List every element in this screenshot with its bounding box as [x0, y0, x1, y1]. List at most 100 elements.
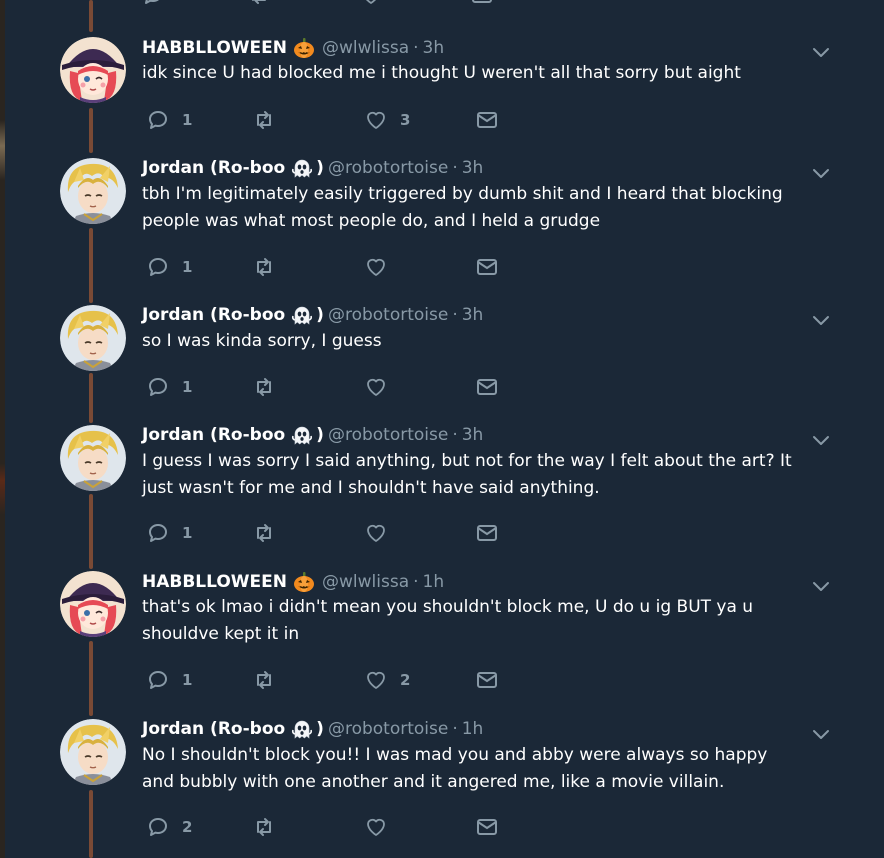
retweet-icon — [257, 258, 271, 276]
blonde-avatar[interactable] — [60, 719, 126, 785]
like-button[interactable]: 2 — [364, 667, 410, 693]
timestamp[interactable]: 3h — [462, 158, 484, 178]
reply-count: 1 — [177, 0, 187, 4]
reply-button[interactable]: 1 — [141, 0, 187, 8]
retweet-button[interactable] — [252, 254, 288, 280]
envelope-icon — [477, 525, 497, 541]
display-name[interactable]: Jordan (Ro-boo — [142, 425, 285, 445]
top-partial-actions: 1 — [137, 0, 517, 8]
timestamp[interactable]: 3h — [462, 305, 484, 325]
heart-icon — [367, 111, 385, 129]
retweet-button[interactable] — [247, 0, 271, 8]
reply-button[interactable]: 1 — [146, 374, 192, 400]
chevron-down-icon[interactable] — [811, 434, 831, 448]
tweet[interactable]: Jordan (Ro-boo ) @robotortoise · 3h so I… — [5, 302, 884, 402]
envelope-icon — [477, 819, 497, 835]
reply-icon — [149, 524, 167, 542]
tweet-header: Jordan (Ro-boo ) @robotortoise · 3h — [142, 157, 483, 179]
retweet-button[interactable] — [252, 374, 288, 400]
heart-icon — [367, 818, 385, 836]
chevron-down-icon[interactable] — [811, 728, 831, 742]
envelope-icon — [477, 379, 497, 395]
chevron-down-icon[interactable] — [811, 46, 831, 60]
timestamp[interactable]: 3h — [423, 38, 445, 58]
heart-icon — [367, 524, 385, 542]
user-handle[interactable]: @robotortoise — [328, 719, 448, 739]
tweet[interactable]: HABBLLOWEEN @wlwlissa · 1h that's ok lma… — [5, 568, 884, 695]
heart-icon — [367, 258, 385, 276]
timestamp[interactable]: 1h — [423, 572, 445, 592]
display-name[interactable]: HABBLLOWEEN — [142, 38, 287, 58]
message-button[interactable] — [470, 0, 494, 8]
retweet-button[interactable] — [252, 107, 288, 133]
reply-button[interactable]: 1 — [146, 254, 192, 280]
blonde-avatar[interactable] — [60, 425, 126, 491]
tweet-actions: 1 2 — [142, 667, 522, 693]
user-handle[interactable]: @wlwlissa — [322, 38, 409, 58]
pumpkin-icon — [293, 571, 315, 593]
tweet-text: I guess I was sorry I said anything, but… — [142, 451, 792, 498]
retweet-button[interactable] — [252, 520, 288, 546]
display-name-suffix: ) — [316, 305, 324, 325]
display-name-suffix: ) — [316, 158, 324, 178]
display-name[interactable]: Jordan (Ro-boo — [142, 719, 285, 739]
blonde-avatar[interactable] — [60, 158, 126, 224]
chevron-down-icon[interactable] — [811, 167, 831, 181]
message-button[interactable] — [475, 667, 499, 693]
message-button[interactable] — [475, 254, 499, 280]
display-name[interactable]: Jordan (Ro-boo — [142, 305, 285, 325]
blonde-avatar[interactable] — [60, 305, 126, 371]
like-button[interactable] — [364, 520, 400, 546]
user-handle[interactable]: @robotortoise — [328, 158, 448, 178]
message-button[interactable] — [475, 814, 499, 840]
user-handle[interactable]: @wlwlissa — [322, 572, 409, 592]
envelope-icon — [477, 259, 497, 275]
tweet-header: Jordan (Ro-boo ) @robotortoise · 1h — [142, 718, 483, 740]
like-button[interactable] — [359, 0, 383, 8]
envelope-icon — [477, 112, 497, 128]
envelope-icon — [477, 672, 497, 688]
like-button[interactable] — [364, 254, 400, 280]
reply-count: 1 — [182, 671, 193, 689]
tweet-text: idk since U had blocked me i thought U w… — [142, 63, 741, 83]
timestamp[interactable]: 1h — [462, 719, 484, 739]
chevron-down-icon[interactable] — [811, 314, 831, 328]
witch-avatar[interactable] — [60, 37, 126, 103]
message-button[interactable] — [475, 107, 499, 133]
retweet-icon — [257, 524, 271, 542]
tweet[interactable]: Jordan (Ro-boo ) @robotortoise · 1h No I… — [5, 716, 884, 842]
tweet-text: so I was kinda sorry, I guess — [142, 331, 382, 351]
like-button[interactable]: 3 — [364, 107, 410, 133]
display-name[interactable]: HABBLLOWEEN — [142, 572, 287, 592]
reply-count: 2 — [182, 818, 193, 836]
time-separator: · — [452, 305, 458, 325]
display-name[interactable]: Jordan (Ro-boo — [142, 158, 285, 178]
witch-avatar[interactable] — [60, 571, 126, 637]
reply-button[interactable]: 1 — [146, 107, 192, 133]
reply-button[interactable]: 1 — [146, 520, 192, 546]
chevron-down-icon[interactable] — [811, 580, 831, 594]
tweet[interactable]: Jordan (Ro-boo ) @robotortoise · 3h I gu… — [5, 422, 884, 548]
message-button[interactable] — [475, 520, 499, 546]
retweet-icon — [257, 378, 271, 396]
like-button[interactable] — [364, 374, 400, 400]
time-separator: · — [452, 158, 458, 178]
tweet[interactable]: HABBLLOWEEN @wlwlissa · 3h idk since U h… — [5, 34, 884, 135]
reply-count: 1 — [182, 111, 193, 129]
message-button[interactable] — [475, 374, 499, 400]
user-handle[interactable]: @robotortoise — [328, 425, 448, 445]
reply-count: 1 — [182, 258, 193, 276]
heart-icon — [367, 671, 385, 689]
user-handle[interactable]: @robotortoise — [328, 305, 448, 325]
tweet[interactable]: Jordan (Ro-boo ) @robotortoise · 3h tbh … — [5, 155, 884, 282]
retweet-button[interactable] — [252, 667, 288, 693]
reply-button[interactable]: 1 — [146, 667, 192, 693]
retweet-button[interactable] — [252, 814, 288, 840]
reply-button[interactable]: 2 — [146, 814, 192, 840]
tweet-actions: 1 — [142, 254, 522, 280]
envelope-icon — [472, 0, 492, 3]
timestamp[interactable]: 3h — [462, 425, 484, 445]
like-button[interactable] — [364, 814, 400, 840]
retweet-icon — [257, 818, 271, 836]
ghost-icon — [291, 157, 313, 179]
